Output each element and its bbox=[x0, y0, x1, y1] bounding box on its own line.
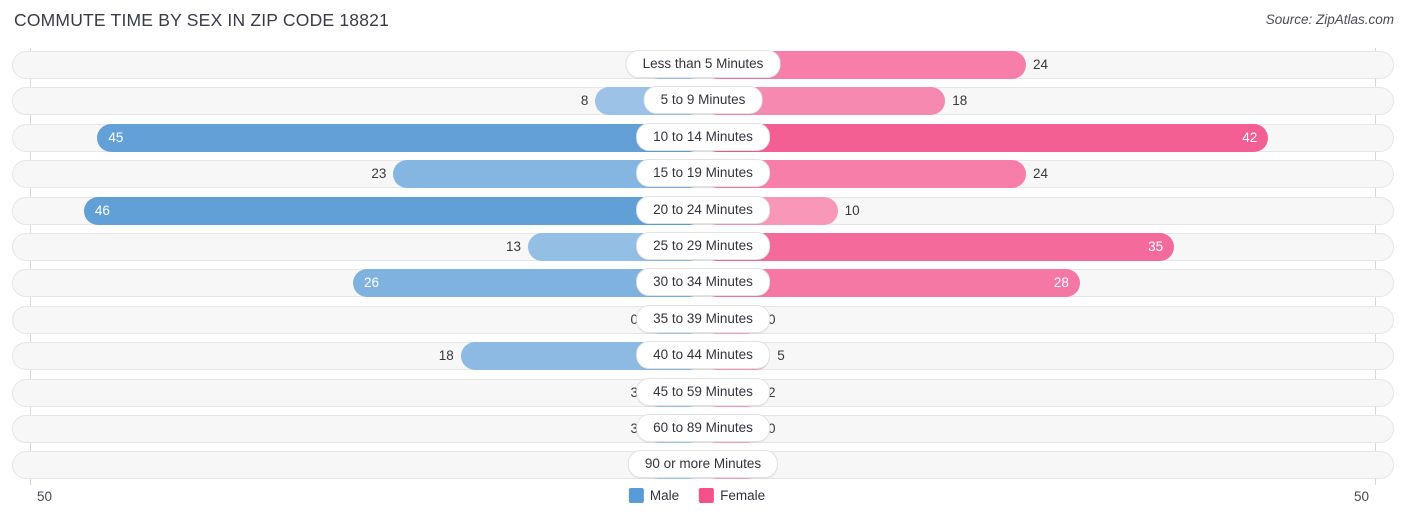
bar-row: 13 35 25 to 29 Minutes bbox=[0, 230, 1406, 266]
legend-swatch-icon bbox=[628, 488, 644, 503]
category-label: 40 to 44 Minutes bbox=[636, 341, 770, 370]
axis-tick-left: 50 bbox=[37, 489, 53, 504]
male-bar-cell: 18 bbox=[30, 342, 703, 371]
category-label: 90 or more Minutes bbox=[627, 450, 779, 479]
chart-footer: 50 Male Female 50 bbox=[0, 485, 1406, 523]
bar-row: 3 0 60 to 89 Minutes bbox=[0, 412, 1406, 448]
plot-area: 424Less than 5 Minutes8185 to 9 Minutes4… bbox=[0, 48, 1406, 485]
female-value-label: 42 bbox=[1242, 129, 1258, 145]
female-bar-cell: 24 bbox=[703, 160, 1375, 189]
bar-row: 23 24 15 to 19 Minutes bbox=[0, 157, 1406, 193]
category-label: 15 to 19 Minutes bbox=[636, 159, 770, 188]
legend-label: Female bbox=[720, 488, 766, 503]
category-label: 25 to 29 Minutes bbox=[636, 231, 770, 260]
bar-row: 46 10 20 to 24 Minutes bbox=[0, 194, 1406, 230]
female-bar[interactable]: 42 bbox=[703, 123, 1269, 152]
male-bar-cell: 23 bbox=[30, 160, 703, 189]
female-value-label: 24 bbox=[1033, 57, 1049, 72]
page-title: COMMUTE TIME BY SEX IN ZIP CODE 18821 bbox=[14, 10, 390, 30]
male-bar-cell: 4 bbox=[30, 51, 703, 79]
category-label: 20 to 24 Minutes bbox=[636, 195, 770, 224]
legend-item[interactable]: Male bbox=[628, 488, 680, 503]
category-label: 60 to 89 Minutes bbox=[636, 413, 770, 442]
male-bar-cell: 8 bbox=[30, 87, 703, 116]
female-bar-cell: 10 bbox=[703, 196, 1375, 225]
male-bar-cell: 3 bbox=[30, 378, 703, 407]
bar-row: 18 5 40 to 44 Minutes bbox=[0, 339, 1406, 375]
female-value-label: 35 bbox=[1148, 238, 1164, 254]
chart-header: COMMUTE TIME BY SEX IN ZIP CODE 18821 So… bbox=[0, 0, 1406, 40]
female-bar-cell: 5 bbox=[703, 342, 1375, 371]
male-value-label: 13 bbox=[506, 238, 522, 254]
male-value-label: 23 bbox=[371, 166, 387, 182]
category-label: 10 to 14 Minutes bbox=[636, 122, 770, 151]
female-value-label: 18 bbox=[952, 93, 968, 109]
category-label: Less than 5 Minutes bbox=[625, 50, 781, 78]
axis-tick-right: 50 bbox=[1353, 489, 1369, 504]
bar-row: 0 0 35 to 39 Minutes bbox=[0, 303, 1406, 339]
source-attribution: Source: ZipAtlas.com bbox=[1265, 12, 1394, 27]
category-label: 35 to 39 Minutes bbox=[636, 304, 770, 333]
male-value-label: 8 bbox=[580, 93, 589, 109]
male-value-label: 46 bbox=[94, 202, 110, 218]
male-value-label: 45 bbox=[108, 129, 124, 145]
legend-label: Male bbox=[649, 488, 680, 503]
male-bar[interactable]: 46 bbox=[83, 196, 703, 225]
female-bar[interactable]: 35 bbox=[703, 232, 1175, 261]
legend-item[interactable]: Female bbox=[699, 488, 765, 503]
female-bar-cell: 35 bbox=[703, 232, 1375, 261]
female-bar-cell: 0 bbox=[703, 451, 1375, 480]
bar-row: 0090 or more Minutes bbox=[0, 448, 1406, 484]
female-value-label: 28 bbox=[1053, 275, 1069, 291]
bar-row: 3 2 45 to 59 Minutes bbox=[0, 376, 1406, 412]
female-value-label: 5 bbox=[777, 348, 785, 364]
chart-legend: Male Female bbox=[628, 488, 777, 503]
male-value-label: 26 bbox=[364, 275, 380, 291]
male-bar-cell: 26 bbox=[30, 269, 703, 298]
category-label: 5 to 9 Minutes bbox=[643, 86, 763, 115]
legend-swatch-icon bbox=[699, 488, 715, 503]
male-bar[interactable]: 45 bbox=[97, 123, 703, 152]
female-bar-cell: 2 bbox=[703, 378, 1375, 407]
commute-time-chart: COMMUTE TIME BY SEX IN ZIP CODE 18821 So… bbox=[0, 0, 1406, 523]
category-label: 45 to 59 Minutes bbox=[636, 377, 770, 406]
female-bar-cell: 24 bbox=[703, 51, 1375, 79]
male-value-label: 18 bbox=[438, 348, 454, 364]
male-bar-cell: 0 bbox=[30, 305, 703, 334]
bar-row: 4 24 Less than 5 Minutes bbox=[0, 48, 1406, 84]
bar-rows: 424Less than 5 Minutes8185 to 9 Minutes4… bbox=[0, 48, 1406, 485]
female-bar-cell: 0 bbox=[703, 305, 1375, 334]
female-bar-cell: 28 bbox=[703, 269, 1375, 298]
female-value-label: 24 bbox=[1033, 166, 1049, 182]
female-bar-cell: 0 bbox=[703, 414, 1375, 443]
female-bar-cell: 42 bbox=[703, 123, 1375, 152]
category-label: 30 to 34 Minutes bbox=[636, 268, 770, 297]
female-bar-cell: 18 bbox=[703, 87, 1375, 116]
male-bar-cell: 45 bbox=[30, 123, 703, 152]
male-bar-cell: 3 bbox=[30, 414, 703, 443]
female-value-label: 10 bbox=[844, 202, 860, 218]
male-bar-cell: 13 bbox=[30, 232, 703, 261]
male-bar-cell: 46 bbox=[30, 196, 703, 225]
male-bar-cell: 0 bbox=[30, 451, 703, 480]
bar-row: 26 28 30 to 34 Minutes bbox=[0, 266, 1406, 302]
bar-row: 8 18 5 to 9 Minutes bbox=[0, 84, 1406, 120]
bar-row: 45 42 10 to 14 Minutes bbox=[0, 121, 1406, 157]
